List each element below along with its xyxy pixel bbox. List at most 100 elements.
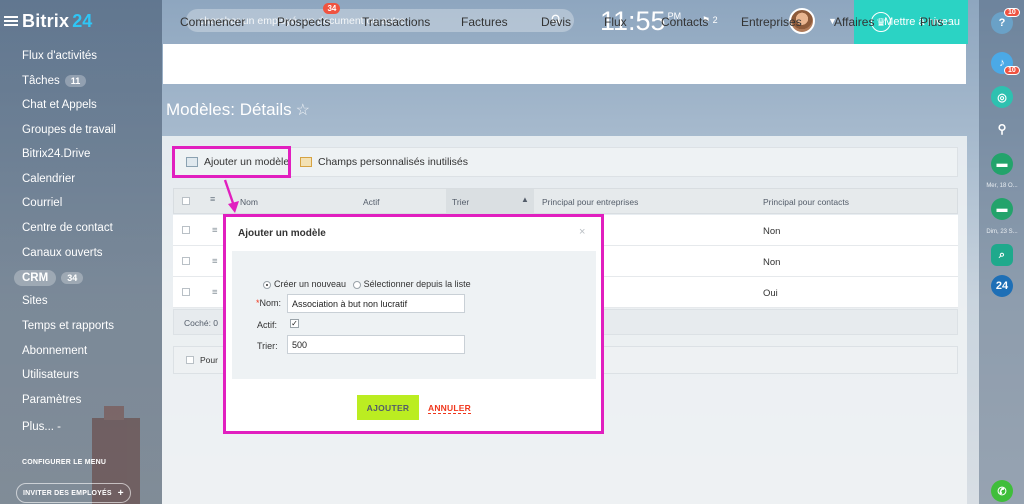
tab-contacts[interactable]: Contacts	[661, 15, 708, 29]
tab-flux[interactable]: Flux	[604, 15, 627, 29]
custom-fields-button[interactable]: Champs personnalisés inutilisés	[300, 156, 468, 168]
radio-create-new[interactable]: Créer un nouveau	[263, 279, 346, 289]
cell-contact-default: Oui	[763, 288, 778, 299]
add-button[interactable]: AJOUTER	[357, 395, 419, 420]
tab-factures[interactable]: Factures	[461, 15, 508, 29]
cell-contact-default: Non	[763, 226, 781, 237]
sidebar-item-canaux[interactable]: Canaux ouverts	[22, 247, 103, 259]
phone-icon[interactable]: ✆	[991, 480, 1013, 502]
invite-employees-button[interactable]: INVITER DES EMPLOYÉS +	[16, 483, 131, 503]
sidebar-item-label: Groupes de travail	[22, 124, 116, 136]
tab-entreprises[interactable]: Entreprises	[741, 15, 802, 29]
name-field[interactable]	[287, 294, 465, 313]
count-badge: 11	[64, 75, 87, 87]
tab-prospects[interactable]: Prospects 34	[277, 3, 341, 29]
search-doc-icon[interactable]: ⌕	[991, 244, 1013, 266]
fields-icon	[300, 157, 312, 167]
star-icon[interactable]: ☆	[296, 102, 310, 119]
tab-commencer[interactable]: Commencer	[180, 15, 245, 29]
annotation-arrow	[223, 179, 239, 213]
name-label: *Nom:	[256, 298, 281, 308]
radio-select-from-list[interactable]: Sélectionner depuis la liste	[352, 279, 471, 289]
tab-plus[interactable]: Plus -	[920, 15, 951, 29]
close-icon[interactable]: ×	[579, 226, 585, 238]
sidebar-item-crm[interactable]: CRM 34	[14, 270, 84, 286]
sidebar-item-parametres[interactable]: Paramètres	[22, 394, 81, 406]
row-checkbox[interactable]	[182, 257, 190, 265]
custom-fields-label: Champs personnalisés inutilisés	[318, 156, 468, 168]
sidebar-item-label: Temps et rapports	[22, 320, 115, 332]
tab-affaires[interactable]: Affaires	[834, 15, 874, 29]
apply-all-checkbox[interactable]	[186, 356, 194, 364]
row-menu-icon[interactable]: ≡	[212, 287, 218, 298]
page-title: Modèles: Détails ☆	[166, 100, 310, 120]
apply-all-label: Pour	[200, 355, 218, 365]
column-header-sort[interactable]: Trier	[452, 197, 469, 207]
sidebar-item-label: Bitrix24.Drive	[22, 148, 91, 160]
configure-menu-button[interactable]: CONFIGURER LE MENU	[22, 459, 106, 466]
sidebar-item-temps[interactable]: Temps et rapports	[22, 320, 114, 332]
sidebar-item-abonnement[interactable]: Abonnement	[22, 345, 87, 357]
sidebar-item-calendrier[interactable]: Calendrier	[22, 173, 75, 185]
column-header-company-default[interactable]: Principal pour entreprises	[542, 197, 638, 207]
count-badge: 34	[61, 272, 84, 284]
sidebar-item-label: Plus... -	[22, 421, 61, 433]
tab-badge: 34	[323, 3, 341, 14]
column-header-name[interactable]: Nom	[240, 197, 258, 207]
radio-icon	[352, 280, 361, 289]
column-settings-icon[interactable]: ≡	[210, 194, 215, 204]
event-date-label: Dim, 23 S...	[986, 229, 1018, 235]
tab-devis[interactable]: Devis	[541, 15, 571, 29]
app-logo[interactable]: Bitrix 24	[4, 8, 92, 34]
dialog-body	[232, 251, 596, 379]
app-name: Bitrix	[22, 10, 70, 31]
active-checkbox[interactable]: ✓	[290, 319, 299, 328]
sidebar-item-label: Abonnement	[22, 345, 88, 357]
radio-create-new-label: Créer un nouveau	[274, 279, 347, 289]
column-header-contact-default[interactable]: Principal pour contacts	[763, 197, 849, 207]
sidebar-item-label: Flux d'activités	[22, 50, 98, 62]
radio-icon	[263, 280, 271, 289]
sidebar-item-taches[interactable]: Tâches 11	[22, 75, 87, 87]
cancel-button[interactable]: ANNULER	[428, 403, 471, 414]
row-checkbox[interactable]	[182, 226, 190, 234]
sidebar-item-label: Chat et Appels	[22, 99, 97, 111]
sidebar-item-flux[interactable]: Flux d'activités	[22, 50, 97, 62]
radio-select-label: Sélectionner depuis la liste	[363, 279, 471, 289]
dialog-title: Ajouter un modèle	[238, 228, 326, 239]
plus-icon: +	[117, 487, 124, 499]
bitrix24-icon[interactable]: 24	[991, 275, 1013, 297]
bell-badge: 10	[1004, 66, 1020, 75]
tab-transactions[interactable]: Transactions	[362, 15, 430, 29]
row-menu-icon[interactable]: ≡	[212, 225, 218, 236]
sidebar-item-plus[interactable]: Plus... -	[22, 421, 61, 433]
row-menu-icon[interactable]: ≡	[212, 256, 218, 267]
sort-arrow-icon: ▲	[521, 195, 529, 204]
search-icon[interactable]: ⚲	[991, 118, 1013, 140]
row-checkbox[interactable]	[182, 288, 190, 296]
sidebar-item-chat[interactable]: Chat et Appels	[22, 99, 97, 111]
sidebar-item-groupes[interactable]: Groupes de travail	[22, 124, 116, 136]
sort-label: Trier:	[257, 341, 278, 351]
megaphone-icon[interactable]: ▬	[991, 198, 1013, 220]
sidebar-item-utilisateurs[interactable]: Utilisateurs	[22, 369, 79, 381]
sidebar-item-contact-center[interactable]: Centre de contact	[22, 222, 113, 234]
help-badge: 10	[1004, 8, 1020, 17]
sidebar-item-label: Paramètres	[22, 394, 82, 406]
sidebar-item-label: Utilisateurs	[22, 369, 79, 381]
sidebar-item-label: CRM	[14, 270, 57, 286]
chat-icon[interactable]: ◎	[991, 86, 1013, 108]
sort-field[interactable]	[287, 335, 465, 354]
app-name-suffix: 24	[72, 10, 93, 31]
sidebar-item-label: Sites	[22, 295, 48, 307]
sidebar-item-drive[interactable]: Bitrix24.Drive	[22, 148, 90, 160]
menu-icon[interactable]	[4, 16, 18, 26]
select-all-checkbox[interactable]	[182, 197, 190, 205]
column-header-active[interactable]: Actif	[363, 197, 380, 207]
megaphone-icon[interactable]: ▬	[991, 153, 1013, 175]
invite-label: INVITER DES EMPLOYÉS	[23, 489, 112, 497]
name-label-text: Nom:	[259, 298, 282, 308]
sidebar-item-sites[interactable]: Sites	[22, 295, 48, 307]
sidebar-item-label: Tâches	[22, 75, 60, 87]
sidebar-item-courriel[interactable]: Courriel	[22, 197, 62, 209]
